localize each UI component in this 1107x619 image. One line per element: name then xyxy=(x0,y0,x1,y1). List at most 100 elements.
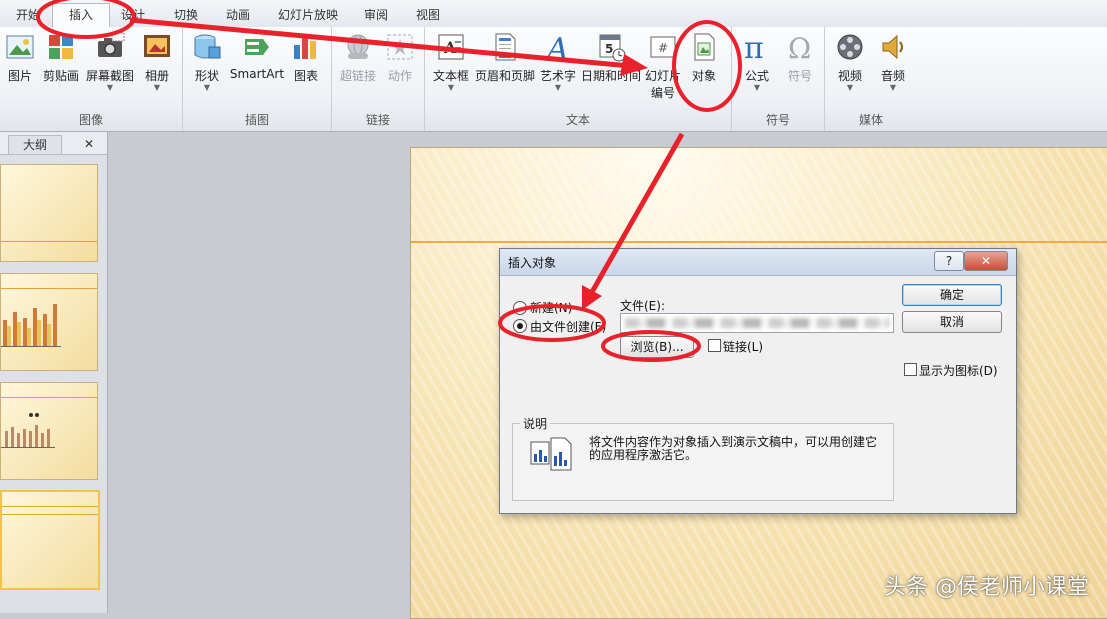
film-reel-icon xyxy=(837,34,863,60)
help-button[interactable]: ? xyxy=(934,251,964,271)
dropdown-arrow-icon: ▼ xyxy=(203,83,211,92)
datetime-button[interactable]: 5 日期和时间 xyxy=(579,31,643,84)
audio-button[interactable]: 音频 ▼ xyxy=(873,31,913,92)
browse-button[interactable]: 浏览(B)... xyxy=(620,336,694,358)
textbox-button[interactable]: A 文本框 ▼ xyxy=(429,31,473,92)
tab-design[interactable]: 设计 xyxy=(110,4,156,26)
shapes-button[interactable]: 形状 ▼ xyxy=(189,31,225,92)
slide-thumbnail-panel: 大纲 ✕ xyxy=(0,132,108,613)
tab-outline[interactable]: 大纲 xyxy=(8,135,62,154)
hyperlink-globe-icon xyxy=(347,34,369,59)
group-label-illustrations: 插图 xyxy=(244,113,269,127)
chart-icon xyxy=(294,37,316,59)
thumbnail-column-chart-icon xyxy=(1,413,55,448)
slide-thumbnail-4[interactable] xyxy=(0,490,100,590)
smartart-icon xyxy=(245,39,269,55)
description-label: 说明 xyxy=(520,415,551,432)
group-label-media: 媒体 xyxy=(858,113,883,127)
video-button[interactable]: 视频 ▼ xyxy=(829,31,871,92)
dialog-title: 插入对象 xyxy=(508,256,557,270)
slide-number-icon: # xyxy=(650,36,676,58)
wordart-icon: A xyxy=(544,32,569,63)
omega-icon: Ω xyxy=(788,32,811,63)
watermark: 头条 @侯老师小课堂 xyxy=(884,575,1089,600)
ribbon-panel: 图片 剪贴画 屏幕截图 ▼ 相册 ▼ 图像 形状 ▼ SmartArt 图表 插… xyxy=(0,27,1107,132)
symbol-button[interactable]: Ω 符号 xyxy=(780,31,820,84)
dropdown-arrow-icon: ▼ xyxy=(846,83,854,92)
dropdown-arrow-icon: ▼ xyxy=(106,83,114,92)
cancel-button[interactable]: 取消 xyxy=(902,311,1002,333)
blurred-file-path xyxy=(625,318,889,328)
tab-review[interactable]: 审阅 xyxy=(356,4,396,26)
tab-home[interactable]: 开始 xyxy=(8,4,48,26)
radio-new[interactable] xyxy=(513,301,527,315)
group-links: 超链接 动作 链接 xyxy=(332,27,425,131)
show-as-icon-checkbox[interactable] xyxy=(904,363,917,376)
ok-button[interactable]: 确定 xyxy=(902,284,1002,306)
smartart-button[interactable]: SmartArt xyxy=(229,31,285,81)
picture-icon xyxy=(6,35,34,59)
ribbon-tab-bar: 开始 插入 设计 切换 动画 幻灯片放映 审阅 视图 xyxy=(0,0,1107,28)
svg-text:5: 5 xyxy=(605,42,613,56)
screenshot-button[interactable]: 屏幕截图 ▼ xyxy=(84,31,136,92)
slide-thumbnail-1[interactable] xyxy=(0,164,98,262)
dropdown-arrow-icon: ▼ xyxy=(889,83,897,92)
group-symbols: π 公式 ▼ Ω 符号 符号 xyxy=(732,27,825,131)
chart-button[interactable]: 图表 xyxy=(287,31,325,84)
group-illustrations: 形状 ▼ SmartArt 图表 插图 xyxy=(183,27,332,131)
close-button[interactable]: ✕ xyxy=(964,251,1008,271)
link-label: 链接(L) xyxy=(723,340,764,354)
group-label-images: 图像 xyxy=(78,113,103,127)
panel-tabs: 大纲 ✕ xyxy=(0,132,107,155)
object-button[interactable]: 对象 xyxy=(683,31,725,84)
group-label-symbols: 符号 xyxy=(765,113,790,127)
textbox-icon: A xyxy=(438,34,464,60)
slide-thumbnail-2[interactable] xyxy=(0,273,98,371)
tab-view[interactable]: 视图 xyxy=(408,4,448,26)
dialog-title-bar: 插入对象 ? ✕ xyxy=(500,249,1016,276)
svg-text:π: π xyxy=(744,31,764,63)
tab-insert[interactable]: 插入 xyxy=(52,3,110,27)
embedded-document-icon xyxy=(530,437,572,471)
group-label-text: 文本 xyxy=(565,113,590,127)
show-as-icon-label: 显示为图标(D) xyxy=(919,364,998,378)
camera-icon xyxy=(98,32,125,57)
equation-button[interactable]: π 公式 ▼ xyxy=(736,31,778,92)
header-footer-button[interactable]: 页眉和页脚 xyxy=(473,31,537,84)
tab-slideshow[interactable]: 幻灯片放映 xyxy=(270,4,346,26)
dropdown-arrow-icon: ▼ xyxy=(554,83,562,92)
shapes-icon xyxy=(194,34,221,59)
action-star-icon xyxy=(387,34,413,60)
wordart-button[interactable]: A 艺术字 ▼ xyxy=(537,31,579,92)
link-checkbox[interactable] xyxy=(708,339,721,352)
pi-icon: π xyxy=(744,31,764,63)
svg-text:A: A xyxy=(544,32,569,63)
tab-transitions[interactable]: 切换 xyxy=(164,4,208,26)
slide-number-button[interactable]: # 幻灯片 编号 xyxy=(643,31,683,101)
album-button[interactable]: 相册 ▼ xyxy=(138,31,176,92)
radio-new-label: 新建(N) xyxy=(530,301,573,315)
panel-close-icon[interactable]: ✕ xyxy=(84,135,100,153)
clipart-button[interactable]: 剪贴画 xyxy=(40,31,82,84)
svg-text:Ω: Ω xyxy=(788,32,811,63)
hyperlink-button[interactable]: 超链接 xyxy=(336,31,380,84)
description-text: 将文件内容作为对象插入到演示文稿中，可以用创建它的应用程序激活它。 xyxy=(589,435,878,462)
radio-from-file[interactable] xyxy=(513,319,527,333)
slide-accent-line xyxy=(411,241,1107,243)
tab-animations[interactable]: 动画 xyxy=(216,4,260,26)
action-button[interactable]: 动作 xyxy=(382,31,418,84)
insert-object-dialog: 插入对象 ? ✕ 新建(N) 由文件创建(F) 文件(E): 浏览(B)... … xyxy=(499,248,1017,514)
dropdown-arrow-icon: ▼ xyxy=(753,83,761,92)
group-text: A 文本框 ▼ 页眉和页脚 A 艺术字 ▼ 5 日期和时间 # 幻灯片 编号 对… xyxy=(425,27,732,131)
dropdown-arrow-icon: ▼ xyxy=(447,83,455,92)
picture-button[interactable]: 图片 xyxy=(2,31,38,84)
file-path-input[interactable] xyxy=(620,313,894,333)
svg-text:#: # xyxy=(658,41,668,55)
photo-album-icon xyxy=(144,35,170,57)
group-images: 图片 剪贴画 屏幕截图 ▼ 相册 ▼ 图像 xyxy=(0,27,183,131)
slide-thumbnail-3[interactable] xyxy=(0,382,98,480)
group-label-links: 链接 xyxy=(365,113,390,127)
svg-text:A: A xyxy=(443,38,457,57)
file-label: 文件(E): xyxy=(620,299,665,313)
speaker-icon xyxy=(882,34,903,60)
